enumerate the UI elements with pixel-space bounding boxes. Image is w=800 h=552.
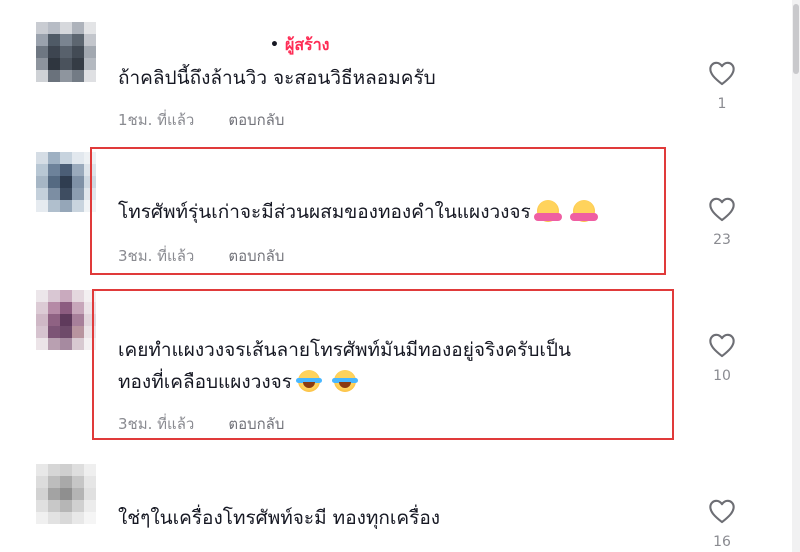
comment-item: • ผู้สร้าง ถ้าคลิปนี้ถึงล้านวิว จะสอนวิธี…	[0, 0, 792, 140]
comment-item: ใช่ๆในเครื่องโทรศัพท์จะมี ทองทุกเครื่อง …	[0, 450, 792, 552]
like-count: 23	[713, 232, 731, 248]
avatar[interactable]	[36, 464, 96, 524]
like-button[interactable]: 10	[702, 332, 742, 384]
avatar[interactable]	[36, 22, 96, 82]
author-name[interactable]	[118, 476, 300, 494]
reply-button[interactable]: ตอบกลับ	[228, 108, 284, 132]
like-count: 16	[713, 534, 731, 550]
like-count: 1	[717, 96, 727, 112]
like-button[interactable]: 23	[702, 196, 742, 248]
comment-text: ใช่ๆในเครื่องโทรศัพท์จะมี ทองทุกเครื่อง	[118, 507, 441, 529]
author-name[interactable]	[118, 36, 260, 54]
like-button[interactable]: 16	[702, 498, 742, 550]
highlight-box	[92, 289, 674, 440]
like-button[interactable]: 1	[702, 60, 742, 112]
heart-outline-icon	[709, 197, 735, 222]
heart-outline-icon	[709, 61, 735, 86]
like-count: 10	[713, 368, 731, 384]
scrollbar-thumb[interactable]	[793, 4, 799, 74]
creator-badge: • ผู้สร้าง	[270, 34, 330, 54]
scrollbar[interactable]	[792, 0, 800, 552]
heart-outline-icon	[709, 499, 735, 524]
avatar[interactable]	[36, 290, 96, 350]
highlight-box	[90, 147, 666, 275]
comment-time: 1ชม. ที่แล้ว	[118, 111, 195, 129]
comment-text: ถ้าคลิปนี้ถึงล้านวิว จะสอนวิธีหลอมครับ	[118, 67, 436, 89]
avatar[interactable]	[36, 152, 96, 212]
heart-outline-icon	[709, 333, 735, 358]
